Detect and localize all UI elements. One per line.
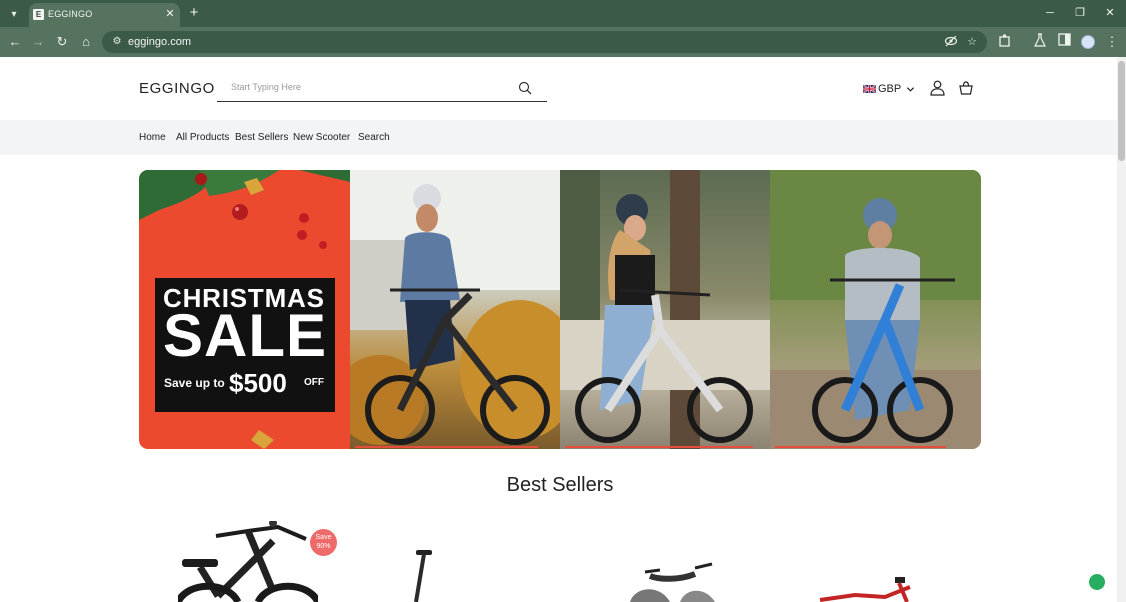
sale-off: OFF — [304, 377, 324, 388]
search-icon[interactable] — [518, 81, 532, 95]
window-close-icon[interactable]: ✕ — [1102, 5, 1118, 21]
profile-icon[interactable] — [1081, 35, 1095, 49]
cyclist-image-2 — [560, 170, 770, 449]
tab-title: EGGINGO — [48, 9, 93, 19]
close-icon[interactable]: ✕ — [164, 7, 176, 21]
sale-headline-2: SALE — [163, 302, 328, 369]
badge-percent: 90% — [316, 543, 331, 550]
main-nav: Home All Products Best Sellers New Scoot… — [0, 120, 1117, 155]
product-image-scooter[interactable] — [400, 550, 440, 602]
product-image-motorbike[interactable] — [620, 562, 720, 602]
currency-code: GBP — [878, 83, 902, 95]
browser-tab[interactable]: E EGGINGO ✕ — [29, 3, 180, 27]
page-viewport: EGGINGO GBP Home All Products Best Sell — [0, 57, 1126, 602]
sidepanel-icon[interactable] — [1055, 33, 1073, 51]
reload-icon[interactable]: ↻ — [53, 33, 71, 51]
sale-amount: $500 — [229, 368, 287, 398]
hero-slide-man-ebike[interactable] — [350, 170, 560, 449]
chat-icon[interactable] — [1089, 574, 1105, 590]
restore-icon[interactable]: ❐ — [1072, 5, 1088, 21]
tab-search-icon[interactable]: ▾ — [5, 5, 23, 23]
search-bar — [217, 76, 547, 102]
forward-icon[interactable]: → — [29, 33, 47, 51]
cart-icon[interactable] — [959, 81, 973, 95]
slide-indicator[interactable] — [565, 446, 753, 448]
labs-icon[interactable] — [1031, 33, 1049, 51]
sale-save-up-to: Save up to — [164, 376, 225, 390]
more-icon[interactable]: ⋮ — [1103, 33, 1121, 51]
nav-search[interactable]: Search — [358, 132, 390, 143]
url-text[interactable]: eggingo.com — [128, 36, 191, 48]
cyclist-image-3 — [770, 170, 981, 449]
best-sellers-title: Best Sellers — [506, 474, 614, 496]
scrollbar-thumb[interactable] — [1118, 61, 1125, 161]
nav-best-sellers[interactable]: Best Sellers — [235, 132, 288, 143]
extensions-icon[interactable] — [996, 33, 1014, 51]
nav-new-scooter[interactable]: New Scooter — [293, 132, 350, 143]
address-bar[interactable]: ⚙ eggingo.com ☆ — [102, 31, 987, 53]
chevron-down-icon — [907, 86, 915, 92]
discount-badge: Save 90% — [310, 529, 337, 556]
hero-slide-woman-ebike[interactable] — [560, 170, 770, 449]
search-input[interactable] — [231, 82, 511, 92]
hero-slide-man-blue-ebike[interactable] — [770, 170, 981, 449]
back-icon[interactable]: ← — [6, 33, 24, 51]
hero-banner[interactable]: CHRISTMAS SALE Save up to $500 OFF — [139, 170, 981, 449]
uk-flag-icon — [863, 85, 876, 93]
sale-text-box: CHRISTMAS SALE Save up to $500 OFF — [155, 278, 335, 412]
cyclist-image — [350, 170, 560, 445]
christmas-sale-slide[interactable]: CHRISTMAS SALE Save up to $500 OFF — [139, 170, 350, 449]
browser-tab-bar: ▾ E EGGINGO ✕ + ─ ❐ ✕ — [0, 0, 1126, 27]
slide-indicator[interactable] — [355, 446, 538, 448]
nav-all-products[interactable]: All Products — [176, 132, 229, 143]
tune-icon[interactable]: ⚙ — [110, 34, 124, 50]
currency-selector[interactable]: GBP — [863, 82, 915, 96]
eye-off-icon[interactable] — [943, 34, 959, 50]
browser-toolbar: ← → ↻ ⌂ ⚙ eggingo.com ☆ ⋮ — [0, 27, 1126, 57]
account-icon[interactable] — [930, 80, 945, 96]
badge-label: Save — [315, 534, 332, 541]
minimize-icon[interactable]: ─ — [1042, 5, 1058, 21]
nav-home[interactable]: Home — [139, 132, 166, 143]
home-icon[interactable]: ⌂ — [77, 33, 95, 51]
product-image-dirt-bike[interactable] — [815, 575, 925, 602]
site-logo[interactable]: EGGINGO — [139, 80, 215, 97]
plus-icon[interactable]: + — [186, 5, 202, 21]
product-image-ebike[interactable] — [178, 521, 318, 602]
star-icon[interactable]: ☆ — [964, 34, 980, 50]
slide-indicator[interactable] — [775, 446, 946, 448]
favicon-icon: E — [33, 9, 44, 20]
page-scrollbar[interactable] — [1117, 57, 1126, 602]
